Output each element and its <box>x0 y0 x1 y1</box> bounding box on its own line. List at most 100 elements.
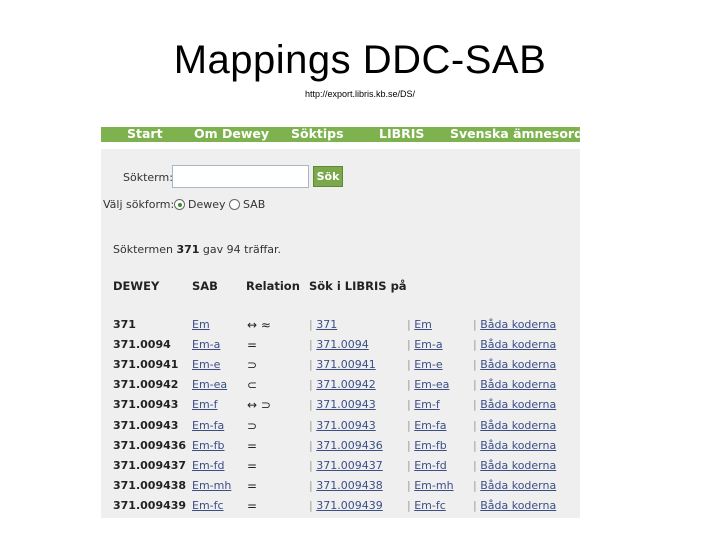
separator: | <box>309 418 313 432</box>
libris-dewey-link[interactable]: 371.00943 <box>316 419 376 432</box>
nav-item-soktips[interactable]: Söktips <box>291 126 344 141</box>
libris-dewey-link[interactable]: 371.009436 <box>316 439 382 452</box>
sab-code-link[interactable]: Em-e <box>192 358 220 371</box>
sab-code-link[interactable]: Em-fa <box>192 419 224 432</box>
libris-both-link[interactable]: Båda koderna <box>480 338 556 351</box>
nav-item-svenska-amnesord[interactable]: Svenska ämnesord <box>450 126 583 141</box>
libris-sab-link[interactable]: Em <box>414 318 432 331</box>
table-row: 371.009436 Em-fb = | 371.009436 | Em-fb … <box>101 439 580 459</box>
separator: | <box>473 418 477 432</box>
libris-both-link[interactable]: Båda koderna <box>480 358 556 371</box>
libris-both-cell: | Båda koderna <box>473 338 556 351</box>
relation-symbol: ↔ ≈ <box>247 318 271 332</box>
sab-code-link[interactable]: Em-mh <box>192 479 231 492</box>
nav-item-libris[interactable]: LIBRIS <box>379 126 424 141</box>
relation-symbol: = <box>247 458 258 473</box>
column-header-relation: Relation <box>246 279 300 293</box>
dewey-code: 371.0094 <box>113 338 171 352</box>
libris-sab-link[interactable]: Em-f <box>414 398 440 411</box>
libris-dewey-link[interactable]: 371.00943 <box>316 398 376 411</box>
separator: | <box>407 418 411 432</box>
libris-sab-cell: | Em-ea <box>407 378 449 391</box>
libris-sab-link[interactable]: Em-mh <box>414 479 453 492</box>
libris-both-link[interactable]: Båda koderna <box>480 499 556 512</box>
sab-code-link[interactable]: Em <box>192 318 210 331</box>
result-summary: Söktermen 371 gav 94 träffar. <box>113 243 281 256</box>
separator: | <box>309 378 313 392</box>
sab-code-link[interactable]: Em-ea <box>192 378 227 391</box>
slide-title: Mappings DDC-SAB <box>173 38 547 82</box>
separator: | <box>473 458 477 472</box>
libris-both-link[interactable]: Båda koderna <box>480 479 556 492</box>
libris-sab-cell: | Em <box>407 318 432 331</box>
radio-dewey[interactable] <box>174 199 185 210</box>
libris-both-link[interactable]: Båda koderna <box>480 419 556 432</box>
libris-dewey-link[interactable]: 371 <box>316 318 337 331</box>
nav-bar: Start Om Dewey Söktips LIBRIS Svenska äm… <box>101 126 583 142</box>
libris-both-cell: | Båda koderna <box>473 499 556 512</box>
libris-dewey-cell: | 371.009439 <box>309 499 383 512</box>
dewey-code: 371.009439 <box>113 498 187 512</box>
separator: | <box>407 378 411 392</box>
libris-both-cell: | Båda koderna <box>473 358 556 371</box>
libris-dewey-cell: | 371.00943 <box>309 419 376 432</box>
libris-both-link[interactable]: Båda koderna <box>480 378 556 391</box>
separator: | <box>473 478 477 492</box>
libris-dewey-link[interactable]: 371.009438 <box>316 479 382 492</box>
relation-symbol: ⊃ <box>247 418 258 433</box>
sab-code-link[interactable]: Em-fb <box>192 439 225 452</box>
libris-sab-link[interactable]: Em-fa <box>414 419 446 432</box>
libris-sab-link[interactable]: Em-ea <box>414 378 449 391</box>
separator: | <box>473 438 477 452</box>
radio-sab-label[interactable]: SAB <box>243 198 265 211</box>
nav-item-om-dewey[interactable]: Om Dewey <box>194 126 269 141</box>
sab-code-link[interactable]: Em-f <box>192 398 218 411</box>
separator: | <box>309 438 313 452</box>
relation-symbol: = <box>247 478 258 493</box>
column-header-sok-i-libris: Sök i LIBRIS på <box>309 279 407 293</box>
libris-dewey-link[interactable]: 371.00941 <box>316 358 376 371</box>
libris-sab-link[interactable]: Em-fc <box>414 499 446 512</box>
libris-dewey-link[interactable]: 371.009437 <box>316 459 382 472</box>
separator: | <box>407 458 411 472</box>
separator: | <box>309 398 313 412</box>
libris-sab-cell: | Em-e <box>407 358 443 371</box>
relation-symbol: = <box>247 338 258 353</box>
libris-dewey-link[interactable]: 371.009439 <box>316 499 382 512</box>
separator: | <box>309 338 313 352</box>
libris-sab-cell: | Em-fb <box>407 439 447 452</box>
search-button[interactable]: Sök <box>313 166 343 187</box>
libris-dewey-cell: | 371.009438 <box>309 479 383 492</box>
nav-item-start[interactable]: Start <box>127 126 163 141</box>
separator: | <box>407 478 411 492</box>
separator: | <box>473 318 477 331</box>
dewey-code: 371.00943 <box>113 418 179 432</box>
libris-dewey-link[interactable]: 371.0094 <box>316 338 369 351</box>
sab-code-link[interactable]: Em-a <box>192 338 220 351</box>
radio-dewey-label[interactable]: Dewey <box>188 198 226 211</box>
result-term: 371 <box>176 243 200 256</box>
libris-both-link[interactable]: Båda koderna <box>480 459 556 472</box>
libris-sab-link[interactable]: Em-a <box>414 338 442 351</box>
libris-both-link[interactable]: Båda koderna <box>480 439 556 452</box>
separator: | <box>407 438 411 452</box>
column-header-sab: SAB <box>192 279 218 293</box>
radio-sab[interactable] <box>229 199 240 210</box>
sab-code-link[interactable]: Em-fd <box>192 459 225 472</box>
table-row: 371.00943 Em-f ↔ ⊃ | 371.00943 | Em-f | … <box>101 398 580 418</box>
libris-both-link[interactable]: Båda koderna <box>480 398 556 411</box>
search-input[interactable] <box>172 165 309 188</box>
libris-both-link[interactable]: Båda koderna <box>480 318 556 331</box>
dewey-code: 371.00942 <box>113 378 179 392</box>
libris-sab-link[interactable]: Em-e <box>414 358 442 371</box>
relation-symbol: ⊃ <box>247 358 258 373</box>
libris-sab-link[interactable]: Em-fb <box>414 439 447 452</box>
sab-code-link[interactable]: Em-fc <box>192 499 224 512</box>
relation-symbol: ↔ ⊃ <box>247 398 271 413</box>
libris-dewey-link[interactable]: 371.00942 <box>316 378 376 391</box>
libris-sab-cell: | Em-a <box>407 338 443 351</box>
libris-sab-link[interactable]: Em-fd <box>414 459 447 472</box>
result-prefix: Söktermen <box>113 243 173 256</box>
libris-dewey-cell: | 371.009437 <box>309 459 383 472</box>
separator: | <box>407 498 411 512</box>
